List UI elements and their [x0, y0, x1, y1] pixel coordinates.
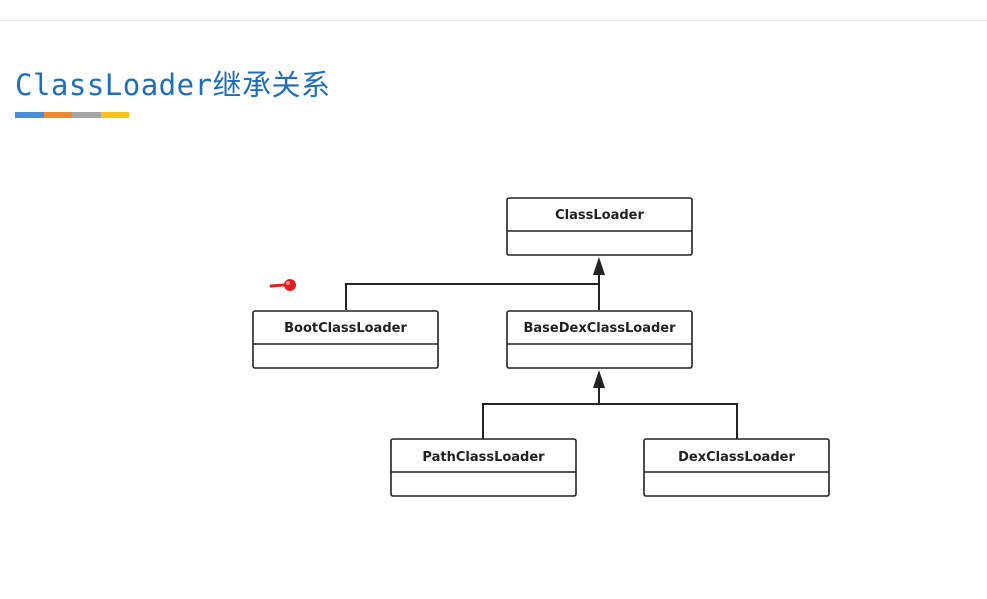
class-label-dexclassloader: DexClassLoader	[678, 450, 795, 465]
class-box-classloader: ClassLoader	[506, 197, 693, 256]
class-label-basedexclassloader: BaseDexClassLoader	[524, 321, 677, 336]
class-box-basedexclassloader: BaseDexClassLoader	[506, 310, 693, 369]
inheritance-arrowhead	[593, 370, 605, 388]
edge-path-to-basedex	[482, 403, 599, 439]
class-box-bootclassloader: BootClassLoader	[252, 310, 439, 369]
edge-trunk-to-basedex	[593, 370, 605, 404]
edge-dex-to-basedex	[599, 403, 738, 439]
laser-pointer-icon	[269, 279, 296, 291]
inheritance-arrowhead	[593, 257, 605, 275]
class-label-pathclassloader: PathClassLoader	[422, 450, 545, 465]
class-label-classloader: ClassLoader	[555, 208, 644, 223]
class-label-bootclassloader: BootClassLoader	[284, 321, 407, 336]
edge-boot-to-classloader	[345, 283, 599, 310]
class-box-dexclassloader: DexClassLoader	[643, 438, 830, 497]
class-box-pathclassloader: PathClassLoader	[390, 438, 577, 497]
class-diagram: ClassLoader BootClassLoader BaseDexClass…	[252, 197, 830, 497]
